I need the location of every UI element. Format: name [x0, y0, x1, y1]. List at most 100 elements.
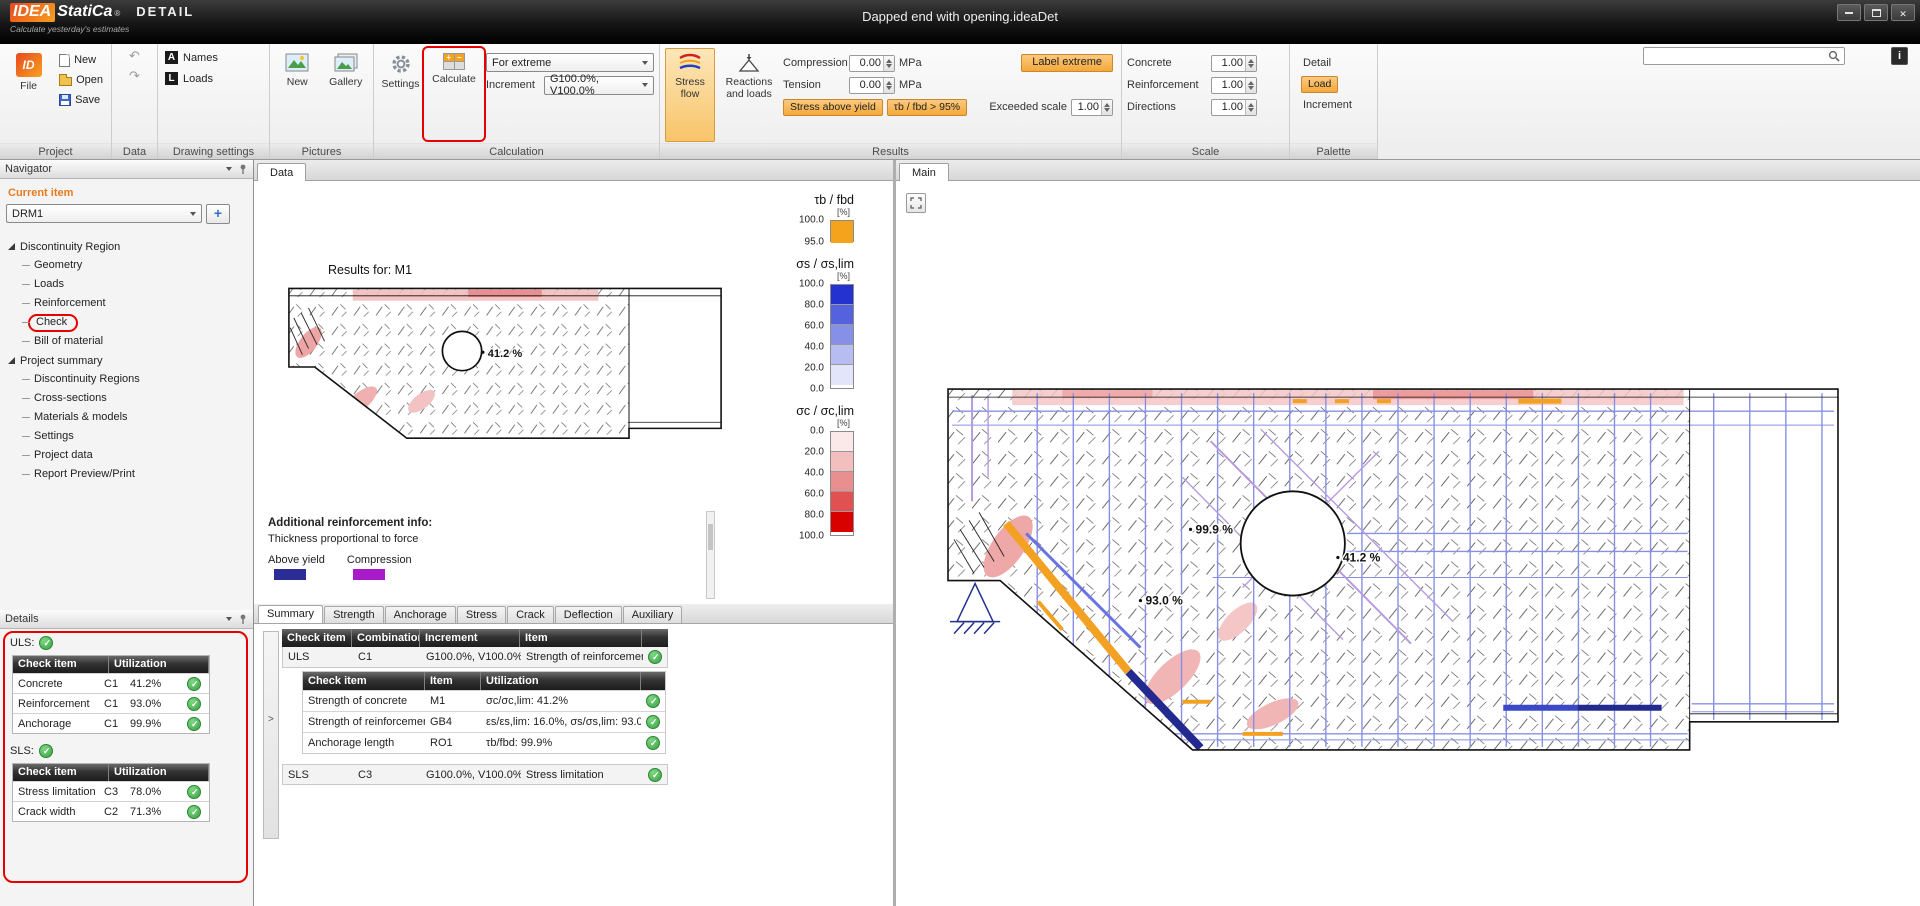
table-row[interactable]: Anchorage length RO1 τb/fbd: 99.9%	[303, 732, 665, 753]
file-button[interactable]: File	[5, 48, 52, 142]
legend-unit: [%]	[746, 418, 858, 428]
stress-flow-button[interactable]: Stress flow	[665, 48, 715, 142]
table-row[interactable]: Strength of concrete M1 σc/σc,lim: 41.2%	[303, 690, 665, 711]
table-row-sls[interactable]: SLS C3 G100.0%, V100.0% Stress limitatio…	[282, 764, 668, 785]
tree-item-report-preview-print[interactable]: Report Preview/Print	[21, 465, 247, 484]
label-extreme-button[interactable]: Label extreme	[1021, 54, 1113, 72]
current-item-select[interactable]: DRM1	[6, 204, 202, 223]
table-row[interactable]: Strength of reinforcement GB4 εs/εs,lim:…	[303, 711, 665, 732]
chevron-down-icon	[642, 83, 648, 87]
redo-button[interactable]: ↷	[125, 68, 145, 84]
tree-item-settings[interactable]: Settings	[21, 427, 247, 446]
picture-new-button[interactable]: New	[275, 48, 320, 142]
tab-crack[interactable]: Crack	[507, 606, 554, 623]
chevron-down-icon[interactable]	[226, 617, 232, 621]
tab-anchorage[interactable]: Anchorage	[385, 606, 456, 623]
idea-file-icon	[16, 53, 42, 77]
tree-item-reinforcement[interactable]: Reinforcement	[21, 294, 247, 313]
undo-button[interactable]: ↶	[125, 48, 145, 64]
gallery-button[interactable]: Gallery	[324, 48, 369, 142]
spinner-arrows[interactable]	[1245, 100, 1256, 115]
tree-expander-icon[interactable]	[8, 357, 15, 364]
tab-summary[interactable]: Summary	[258, 605, 323, 623]
tab-auxiliary[interactable]: Auxiliary	[623, 606, 683, 623]
pin-icon[interactable]	[238, 614, 248, 625]
scrollbar-thumb[interactable]	[708, 524, 713, 550]
calculate-button[interactable]: +− Calculate	[426, 48, 482, 86]
table-row[interactable]: Concrete C1 41.2%	[13, 673, 209, 693]
spinner-arrows[interactable]	[1245, 78, 1256, 93]
pin-icon[interactable]	[238, 164, 248, 175]
combination: C1	[99, 718, 125, 730]
reinforcement-scale-input[interactable]: 1.00	[1211, 77, 1257, 94]
reactions-button[interactable]: Reactions and loads	[719, 48, 779, 142]
spinner-arrows[interactable]	[1245, 56, 1256, 71]
main-view[interactable]: 99.9 % 41.2 % 93.0 %	[896, 181, 1920, 906]
tab-strength[interactable]: Strength	[324, 606, 384, 623]
row-expander[interactable]	[263, 631, 279, 839]
tab-stress[interactable]: Stress	[457, 606, 506, 623]
search-input[interactable]	[1648, 50, 1828, 62]
table-row[interactable]: Stress limitation C3 78.0%	[13, 781, 209, 801]
tree-item-cross-sections[interactable]: Cross-sections	[21, 389, 247, 408]
loads-toggle[interactable]: L Loads	[163, 69, 264, 88]
info-button[interactable]: i	[1891, 47, 1908, 65]
tree-expander-icon[interactable]	[8, 243, 15, 250]
stress-above-yield-button[interactable]: Stress above yield	[783, 99, 883, 116]
table-row[interactable]: Crack width C2 71.3%	[13, 801, 209, 821]
maximize-button[interactable]	[1864, 4, 1888, 21]
results-diagram[interactable]: 41.2 %	[284, 281, 726, 453]
utilization-value: 78.0%	[125, 786, 181, 798]
tree-item-project-data[interactable]: Project data	[21, 446, 247, 465]
loads-label: Loads	[183, 73, 213, 85]
legend-tick: 60.0	[805, 321, 824, 332]
window-controls	[1837, 4, 1915, 21]
column-header-combination: Combination	[352, 629, 420, 647]
minimize-button[interactable]	[1837, 4, 1861, 21]
chevron-down-icon[interactable]	[226, 167, 232, 171]
tree-section-project-summary[interactable]: Project summary	[6, 351, 247, 370]
tree-item-materials-models[interactable]: Materials & models	[21, 408, 247, 427]
spinner-arrows[interactable]	[1101, 100, 1112, 115]
increment-select[interactable]: G100.0%, V100.0%	[544, 76, 654, 95]
table-header-row: Check item Utilization	[13, 656, 209, 673]
tree-item-discontinuity-regions[interactable]: Discontinuity Regions	[21, 370, 247, 389]
tab-main[interactable]: Main	[899, 163, 949, 181]
concrete-scale-input[interactable]: 1.00	[1211, 55, 1257, 72]
tab-data[interactable]: Data	[257, 163, 306, 181]
tension-input[interactable]: 0.00	[849, 77, 895, 94]
table-row-uls[interactable]: ULS C1 G100.0%, V100.0% Strength of rein…	[282, 647, 668, 668]
tree-item-loads[interactable]: Loads	[21, 275, 247, 294]
exceeded-scale-input[interactable]: 1.00	[1071, 99, 1113, 116]
scrollbar[interactable]	[706, 511, 715, 599]
status-ok-icon	[39, 636, 53, 650]
utilization-value: σc/σc,lim: 41.2%	[481, 695, 641, 707]
table-row[interactable]: Anchorage C1 99.9%	[13, 713, 209, 733]
zoom-fit-button[interactable]	[906, 193, 926, 213]
spinner-arrows[interactable]	[883, 56, 894, 71]
main-diagram[interactable]: 99.9 % 41.2 % 93.0 %	[942, 381, 1844, 762]
table-row[interactable]: Reinforcement C1 93.0%	[13, 693, 209, 713]
palette-increment-item[interactable]: Increment	[1295, 96, 1372, 114]
tree-section-discontinuity-region[interactable]: Discontinuity Region	[6, 237, 247, 256]
add-region-button[interactable]: +	[206, 204, 230, 224]
settings-button[interactable]: Settings	[379, 48, 422, 142]
loads-icon: L	[165, 72, 178, 85]
tree-item-bill-of-material[interactable]: Bill of material	[21, 332, 247, 351]
extreme-select[interactable]: For extreme	[486, 53, 654, 72]
spinner-arrows[interactable]	[883, 78, 894, 93]
palette-detail-item[interactable]: Detail	[1295, 54, 1372, 72]
compression-input[interactable]: 0.00	[849, 55, 895, 72]
tree-item-geometry[interactable]: Geometry	[21, 256, 247, 275]
tree-item-check[interactable]: Check	[21, 313, 247, 332]
palette-load-item[interactable]: Load	[1295, 75, 1372, 93]
close-button[interactable]	[1891, 4, 1915, 21]
directions-scale-input[interactable]: 1.00	[1211, 99, 1257, 116]
save-button[interactable]: Save	[56, 91, 106, 109]
column-header-item: Item	[520, 629, 642, 647]
tb-fbd-button[interactable]: τb / fbd > 95%	[887, 99, 967, 116]
open-button[interactable]: Open	[56, 71, 106, 89]
tab-deflection[interactable]: Deflection	[555, 606, 622, 623]
names-toggle[interactable]: A Names	[163, 48, 264, 67]
new-button[interactable]: New	[56, 51, 106, 69]
